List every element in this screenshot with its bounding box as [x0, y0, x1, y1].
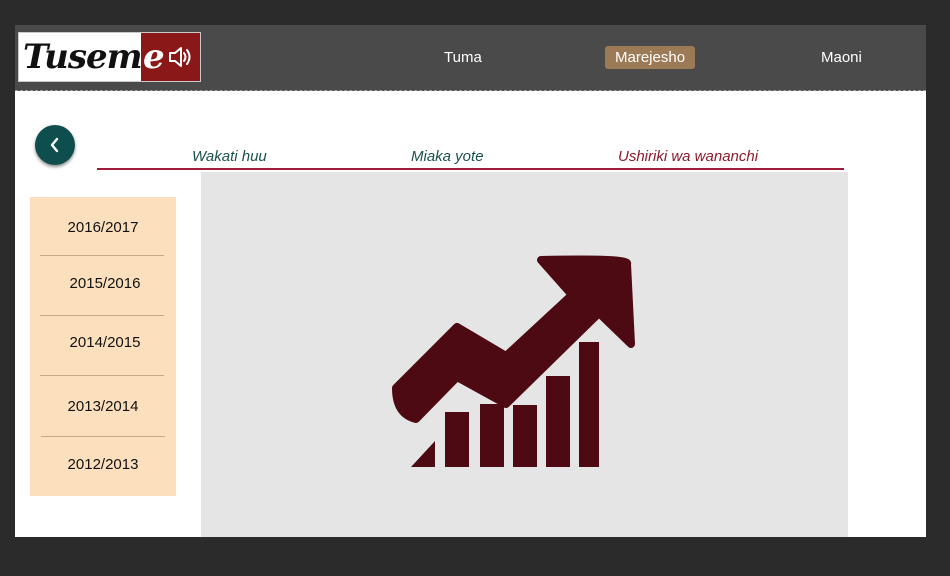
year-item[interactable]: 2015/2016: [32, 275, 178, 292]
nav-marejesho[interactable]: Marejesho: [605, 46, 696, 69]
top-bar: Tusem e Tuma Marejesho Maoni: [15, 25, 926, 91]
year-item[interactable]: 2013/2014: [30, 398, 176, 415]
tuseme-logo[interactable]: Tusem e: [18, 32, 201, 82]
year-list: 2016/2017 2015/2016 2014/2015 2013/2014 …: [30, 197, 176, 496]
nav-maoni[interactable]: Maoni: [821, 49, 862, 66]
view-tabs: Wakati huu Miaka yote Ushiriki wa wananc…: [97, 140, 844, 170]
logo-text: Tusem: [23, 37, 143, 77]
back-button[interactable]: [35, 125, 75, 165]
tab-miaka-yote[interactable]: Miaka yote: [411, 148, 484, 165]
content-panel: [201, 172, 848, 537]
year-divider: [41, 436, 165, 437]
tab-wakati-huu[interactable]: Wakati huu: [192, 148, 267, 165]
year-item[interactable]: 2016/2017: [30, 219, 176, 236]
app-window: Tusem e Tuma Marejesho Maoni Wakati huu …: [15, 25, 926, 537]
year-item[interactable]: 2012/2013: [30, 456, 176, 473]
speaker-icon: [168, 47, 191, 67]
year-divider: [40, 315, 164, 316]
tab-ushiriki-wa-wananchi[interactable]: Ushiriki wa wananchi: [618, 148, 758, 165]
chevron-left-icon: [50, 137, 59, 153]
year-divider: [40, 375, 164, 376]
nav-tuma[interactable]: Tuma: [444, 49, 482, 66]
logo-accent: e: [141, 33, 200, 81]
year-item[interactable]: 2014/2015: [32, 334, 178, 351]
growth-chart-icon: [392, 255, 635, 467]
year-divider: [40, 255, 164, 256]
logo-accent-letter: e: [143, 37, 165, 77]
